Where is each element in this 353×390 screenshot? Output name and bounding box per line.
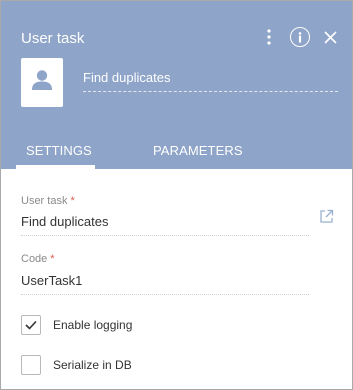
code-label-text: Code <box>21 253 48 265</box>
serialize-in-db-label: Serialize in DB <box>53 358 132 372</box>
required-mark: * <box>70 195 75 207</box>
kebab-menu-icon[interactable] <box>258 26 280 48</box>
open-link-icon[interactable] <box>319 209 335 225</box>
panel-header: User task Find duplicates SETTINGS PARAM… <box>1 1 352 169</box>
info-icon[interactable] <box>290 27 310 47</box>
user-task-label-text: User task <box>21 195 68 207</box>
enable-logging-checkbox[interactable] <box>21 315 41 335</box>
active-tab-indicator <box>16 165 95 169</box>
enable-logging-label: Enable logging <box>53 318 133 332</box>
task-avatar <box>21 58 63 107</box>
code-label: Code * <box>21 253 55 265</box>
panel-title: User task <box>21 30 85 47</box>
user-task-field[interactable]: Find duplicates <box>21 214 309 236</box>
required-mark: * <box>50 253 55 265</box>
serialize-in-db-row[interactable]: Serialize in DB <box>21 355 132 375</box>
tab-settings[interactable]: SETTINGS <box>26 143 92 158</box>
code-field[interactable]: UserTask1 <box>21 273 309 295</box>
user-task-label: User task * <box>21 195 75 207</box>
header-actions <box>258 26 338 48</box>
check-icon <box>25 320 37 330</box>
enable-logging-row[interactable]: Enable logging <box>21 315 132 335</box>
user-task-panel: User task Find duplicates SETTINGS PARAM… <box>0 0 353 390</box>
user-avatar-icon <box>31 69 53 96</box>
serialize-in-db-checkbox[interactable] <box>21 355 41 375</box>
tab-parameters[interactable]: PARAMETERS <box>153 143 243 158</box>
close-icon[interactable] <box>322 29 338 45</box>
task-name-field[interactable]: Find duplicates <box>83 70 338 92</box>
tab-bar: SETTINGS PARAMETERS <box>1 143 352 169</box>
